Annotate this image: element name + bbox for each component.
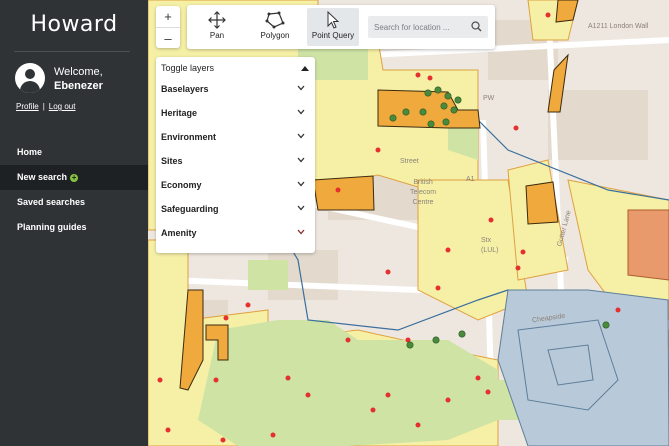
location-search	[368, 16, 488, 38]
layer-group-label: Amenity	[161, 228, 197, 238]
sidebar: Howard Welcome, Ebenezer Profile | Log out…	[0, 0, 148, 446]
map-label-pw: PW	[483, 95, 495, 102]
zoom-in-button[interactable]: +	[156, 6, 180, 27]
pan-tool-label: Pan	[209, 31, 225, 40]
app-title: Howard	[30, 12, 118, 37]
sidebar-nav: Home New search + Saved searches Planning…	[0, 140, 148, 240]
nav-item-label: Planning guides	[17, 222, 87, 232]
zoom-control: + –	[156, 6, 180, 48]
nav-item-label: New search	[17, 172, 68, 182]
username: Ebenezer	[54, 80, 103, 92]
map-label-a1: A1	[466, 176, 475, 183]
toggle-layers-panel: Toggle layers Baselayers Heritage Enviro…	[156, 57, 315, 253]
chevron-down-icon	[297, 109, 305, 115]
polygon-tool-label: Polygon	[260, 31, 290, 40]
layer-group-label: Sites	[161, 156, 183, 166]
nav-item-home[interactable]: Home	[0, 140, 148, 165]
layer-group-label: Baselayers	[161, 84, 209, 94]
zoom-out-button[interactable]: –	[156, 27, 180, 48]
map-label-british-telecom: British Telecom Centre	[410, 179, 437, 206]
polygon-icon	[265, 11, 285, 29]
point-query-tool-button[interactable]: Point Query	[307, 8, 359, 46]
cursor-icon	[327, 11, 340, 29]
chevron-down-icon	[297, 157, 305, 163]
map-label-street: Street	[400, 158, 419, 165]
chevron-down-icon	[297, 133, 305, 139]
collapse-triangle-icon	[301, 66, 309, 71]
chevron-down-icon	[297, 229, 305, 235]
move-arrows-icon	[208, 11, 226, 29]
map-label-stx: Stx (LUL)	[481, 237, 499, 254]
user-links: Profile | Log out	[16, 102, 75, 111]
nav-item-new-search[interactable]: New search +	[0, 165, 148, 190]
divider	[14, 51, 130, 52]
polygon-tool-button[interactable]: Polygon	[249, 8, 301, 46]
toggle-layers-title: Toggle layers	[161, 63, 215, 73]
layer-group-label: Heritage	[161, 108, 198, 118]
nav-item-label: Saved searches	[17, 197, 86, 207]
layer-group-label: Economy	[161, 180, 202, 190]
point-query-tool-label: Point Query	[311, 31, 355, 40]
layer-group-sites[interactable]: Sites	[156, 149, 315, 173]
layer-group-label: Safeguarding	[161, 204, 219, 214]
layer-group-environment[interactable]: Environment	[156, 125, 315, 149]
layer-group-heritage[interactable]: Heritage	[156, 101, 315, 125]
layer-group-economy[interactable]: Economy	[156, 173, 315, 197]
welcome-text: Welcome,	[54, 66, 103, 78]
profile-link[interactable]: Profile	[16, 102, 39, 111]
logout-link[interactable]: Log out	[49, 102, 76, 111]
nav-item-saved-searches[interactable]: Saved searches	[0, 190, 148, 215]
search-icon[interactable]	[471, 21, 482, 32]
chevron-down-icon	[297, 205, 305, 211]
avatar-icon	[15, 63, 45, 93]
layer-group-label: Environment	[161, 132, 217, 142]
chevron-down-icon	[297, 85, 305, 91]
layer-group-amenity[interactable]: Amenity	[156, 221, 315, 245]
nav-item-label: Home	[17, 147, 43, 157]
plus-circle-icon: +	[70, 173, 79, 182]
nav-item-planning-guides[interactable]: Planning guides	[0, 215, 148, 240]
toggle-layers-header[interactable]: Toggle layers	[156, 57, 315, 79]
map-toolbar: Pan Polygon Point Query	[187, 5, 495, 49]
link-separator: |	[42, 102, 45, 111]
pan-tool-button[interactable]: Pan	[191, 8, 243, 46]
chevron-down-icon	[297, 181, 305, 187]
layer-group-safeguarding[interactable]: Safeguarding	[156, 197, 315, 221]
layer-group-baselayers[interactable]: Baselayers	[156, 77, 315, 101]
search-input[interactable]	[374, 20, 466, 34]
map-label-london-wall: A1211 London Wall	[588, 23, 649, 30]
